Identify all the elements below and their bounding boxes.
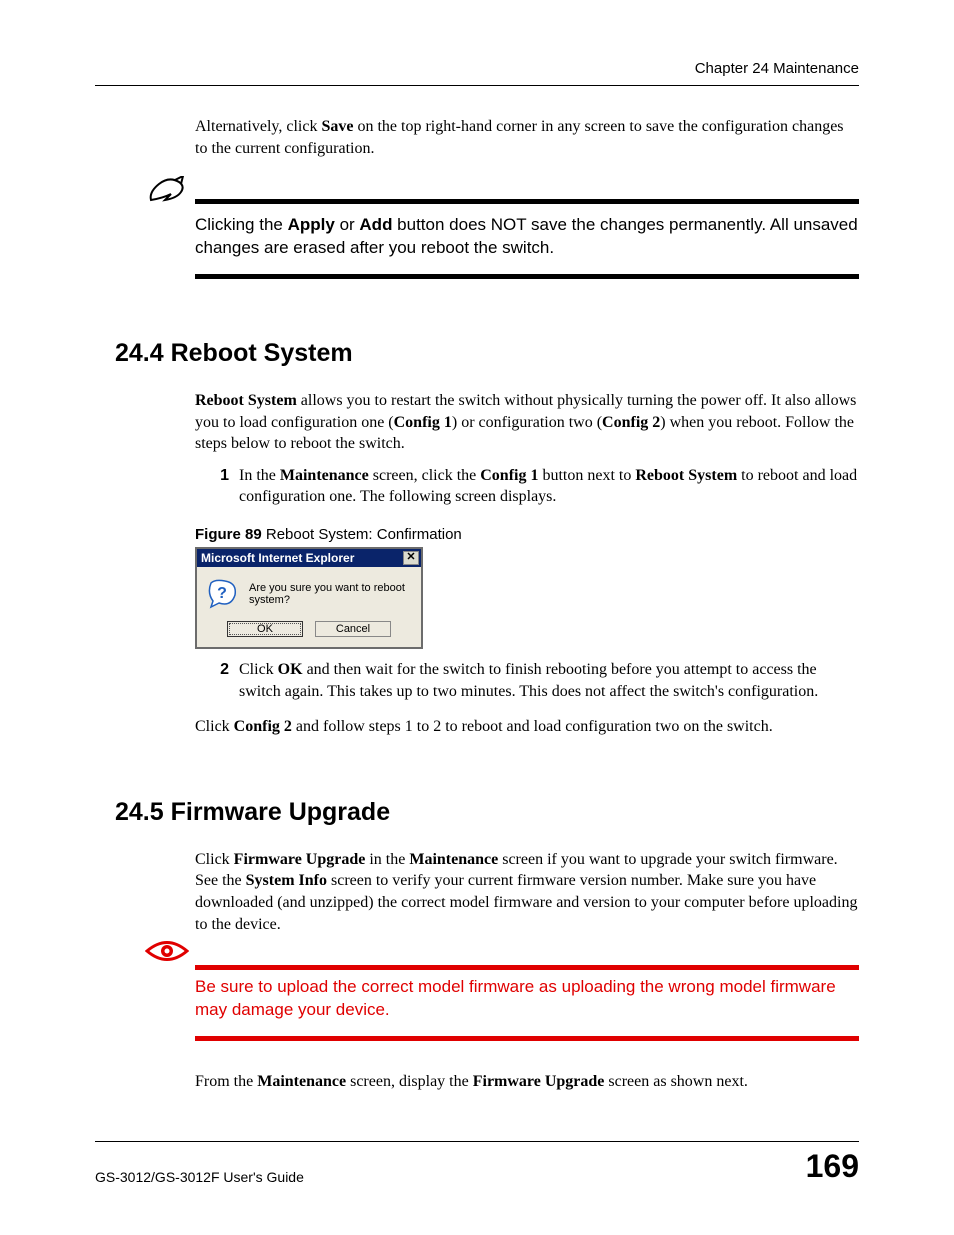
text-bold: OK xyxy=(278,661,303,678)
section-heading-244: 24.4 Reboot System xyxy=(115,339,859,368)
warn-rule-bottom xyxy=(195,1036,859,1041)
text-bold: Firmware Upgrade xyxy=(234,851,366,868)
s245-p2: From the Maintenance screen, display the… xyxy=(195,1071,859,1093)
text: ) or configuration two ( xyxy=(452,414,602,431)
list-item: 1 In the Maintenance screen, click the C… xyxy=(205,465,859,508)
text-bold: Apply xyxy=(288,215,335,234)
page-footer: GS-3012/GS-3012F User's Guide 169 xyxy=(95,1141,859,1185)
warning-block: Be sure to upload the correct model firm… xyxy=(115,965,859,1041)
text: screen, click the xyxy=(369,467,481,484)
list-number: 1 xyxy=(205,465,229,508)
s244-p1: Reboot System allows you to restart the … xyxy=(195,390,859,455)
text: Click xyxy=(239,661,278,678)
text-bold: Config 2 xyxy=(602,414,660,431)
text-bold: Config 1 xyxy=(480,467,538,484)
text-bold: Config 2 xyxy=(234,718,292,735)
dialog-titlebar: Microsoft Internet Explorer ✕ xyxy=(197,549,421,567)
note-icon xyxy=(145,176,189,211)
text: screen, display the xyxy=(346,1073,473,1090)
footer-rule xyxy=(95,1141,859,1142)
text: From the xyxy=(195,1073,257,1090)
text: In the xyxy=(239,467,280,484)
text: and then wait for the switch to finish r… xyxy=(239,661,818,700)
s244-p2: Click Config 2 and follow steps 1 to 2 t… xyxy=(195,716,859,738)
ok-button[interactable]: OK xyxy=(227,621,303,637)
list-text: Click OK and then wait for the switch to… xyxy=(239,659,859,702)
text-bold: Config 1 xyxy=(394,414,452,431)
dialog-message: Are you sure you want to reboot system? xyxy=(249,582,411,606)
figure-label: Figure 89 xyxy=(195,526,262,543)
text-bold: Firmware Upgrade xyxy=(473,1073,605,1090)
list-item: 2 Click OK and then wait for the switch … xyxy=(205,659,859,702)
text: screen as shown next. xyxy=(604,1073,748,1090)
text-bold: Maintenance xyxy=(280,467,369,484)
text: Click xyxy=(195,851,234,868)
dialog-buttons: OK Cancel xyxy=(197,617,421,647)
text: Click xyxy=(195,718,234,735)
list-text: In the Maintenance screen, click the Con… xyxy=(239,465,859,508)
section-heading-245: 24.5 Firmware Upgrade xyxy=(115,798,859,827)
question-icon: ? xyxy=(207,579,237,609)
text-bold: Maintenance xyxy=(257,1073,346,1090)
text: or xyxy=(335,215,360,234)
warning-text: Be sure to upload the correct model firm… xyxy=(195,970,859,1022)
note-rule-top xyxy=(195,199,859,204)
close-icon[interactable]: ✕ xyxy=(403,551,419,565)
text-bold: Save xyxy=(321,118,353,135)
list-number: 2 xyxy=(205,659,229,702)
text: and follow steps 1 to 2 to reboot and lo… xyxy=(292,718,773,735)
text-bold: Reboot System xyxy=(635,467,737,484)
text-bold: Add xyxy=(359,215,392,234)
note-block: Clicking the Apply or Add button does NO… xyxy=(115,199,859,279)
text-bold: Maintenance xyxy=(409,851,498,868)
text-bold: System Info xyxy=(246,872,327,889)
header-rule xyxy=(95,85,859,86)
figure-caption: Figure 89 Reboot System: Confirmation xyxy=(195,526,859,543)
text: in the xyxy=(365,851,409,868)
intro-paragraph: Alternatively, click Save on the top rig… xyxy=(195,116,859,159)
page-number: 169 xyxy=(806,1148,859,1185)
note-text: Clicking the Apply or Add button does NO… xyxy=(195,208,859,260)
text: Alternatively, click xyxy=(195,118,321,135)
eye-warning-icon xyxy=(145,938,189,969)
dialog-body: ? Are you sure you want to reboot system… xyxy=(197,567,421,617)
header-chapter: Chapter 24 Maintenance xyxy=(95,60,859,77)
text: Clicking the xyxy=(195,215,288,234)
svg-text:?: ? xyxy=(217,585,227,602)
text: button next to xyxy=(538,467,635,484)
cancel-button[interactable]: Cancel xyxy=(315,621,391,637)
figure-title: Reboot System: Confirmation xyxy=(262,526,462,543)
text-bold: Reboot System xyxy=(195,392,297,409)
note-rule-bottom xyxy=(195,274,859,279)
s245-p1: Click Firmware Upgrade in the Maintenanc… xyxy=(195,849,859,935)
dialog-title-text: Microsoft Internet Explorer xyxy=(201,551,354,565)
dialog-box: Microsoft Internet Explorer ✕ ? Are you … xyxy=(195,547,423,649)
footer-guide: GS-3012/GS-3012F User's Guide xyxy=(95,1169,304,1185)
